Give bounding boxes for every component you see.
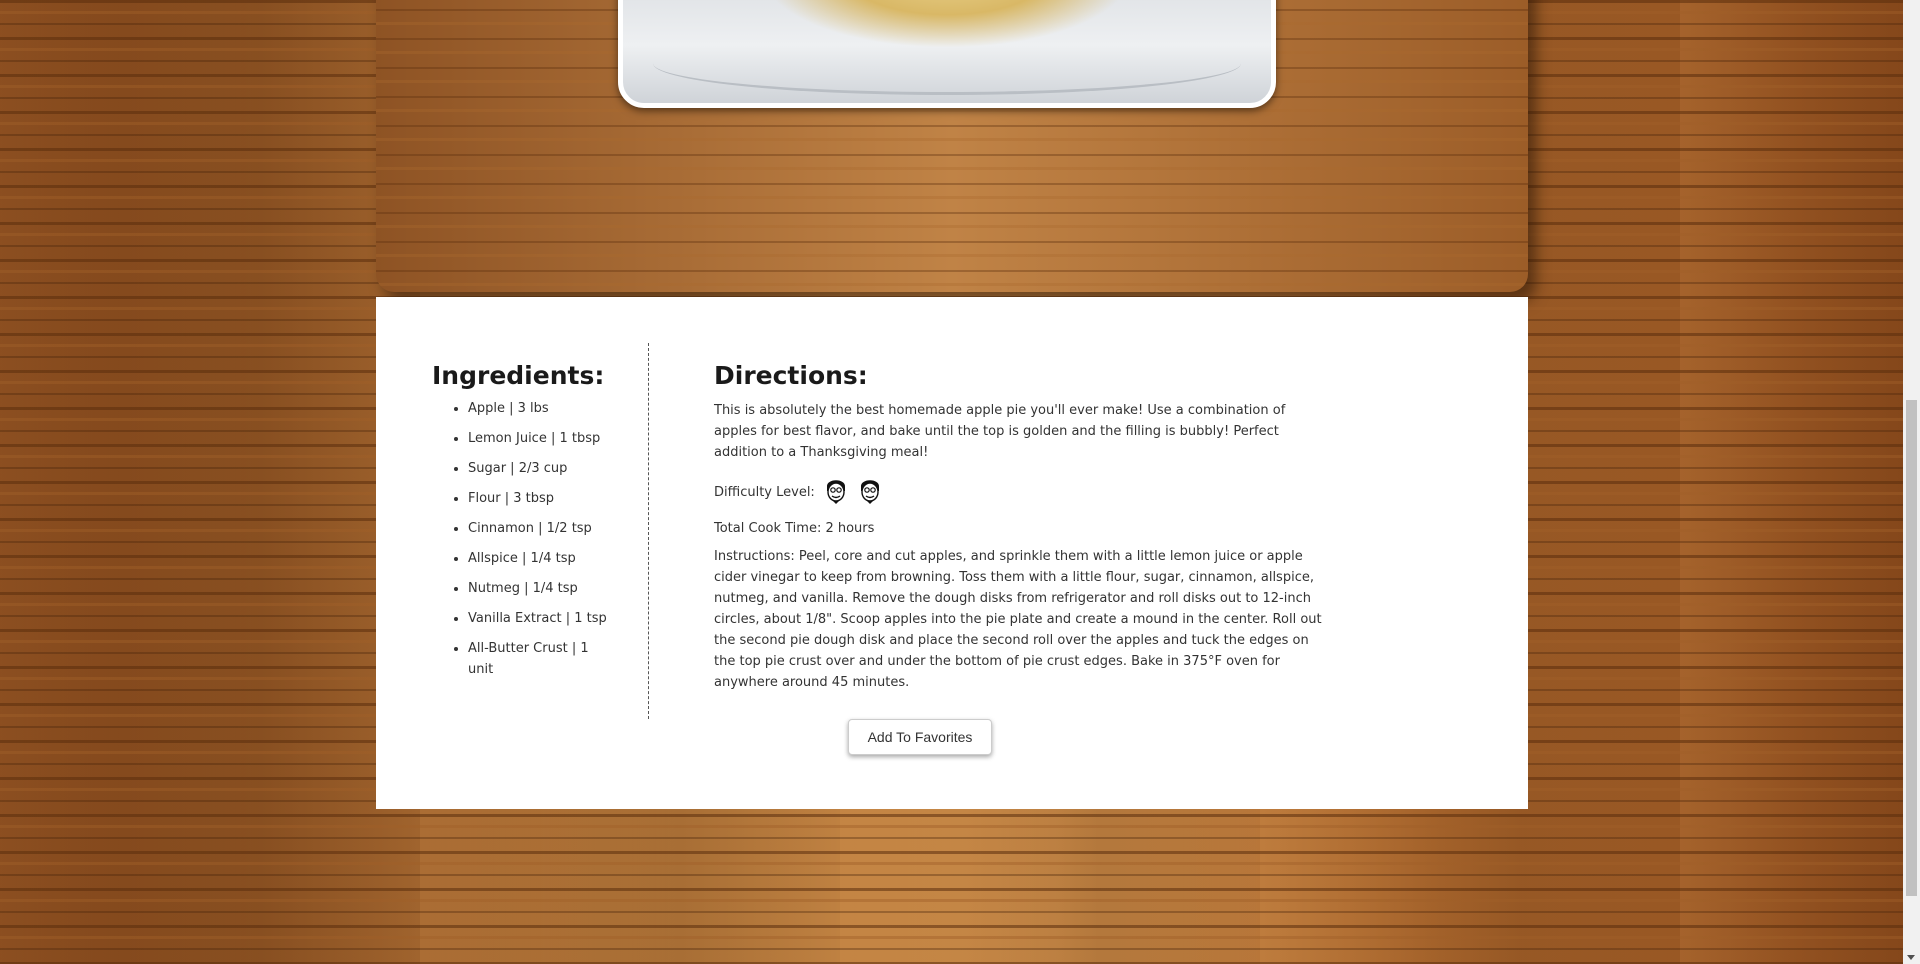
- scrollbar-thumb[interactable]: [1906, 400, 1917, 896]
- ingredient-item: All-Butter Crust | 1 unit: [468, 638, 608, 680]
- plate-rim: [653, 32, 1241, 95]
- difficulty-icons: [815, 475, 883, 509]
- directions-heading: Directions:: [714, 361, 868, 390]
- column-divider: [648, 343, 649, 719]
- difficulty-row: Difficulty Level:: [714, 475, 1326, 509]
- recipe-instructions: Instructions: Peel, core and cut apples,…: [714, 549, 1322, 690]
- ingredient-item: Sugar | 2/3 cup: [468, 458, 608, 479]
- ingredient-item: Vanilla Extract | 1 tsp: [468, 608, 608, 629]
- ingredients-heading: Ingredients:: [432, 361, 605, 390]
- ingredient-list: Apple | 3 lbs Lemon Juice | 1 tbsp Sugar…: [432, 398, 632, 680]
- recipe-description: This is absolutely the best homemade app…: [714, 403, 1286, 460]
- difficulty-label: Difficulty Level:: [714, 484, 815, 500]
- ingredients-section: Ingredients: Apple | 3 lbs Lemon Juice |…: [432, 361, 632, 689]
- chef-face-icon: [823, 475, 849, 505]
- directions-section: Directions: This is absolutely the best …: [714, 361, 1326, 693]
- add-to-favorites-button[interactable]: Add To Favorites: [848, 719, 992, 755]
- ingredient-item: Cinnamon | 1/2 tsp: [468, 518, 608, 539]
- scroll-down-arrow-icon[interactable]: [1907, 955, 1915, 960]
- ingredient-item: Nutmeg | 1/4 tsp: [468, 578, 608, 599]
- page-scrollbar[interactable]: [1903, 0, 1920, 964]
- ingredient-item: Apple | 3 lbs: [468, 398, 608, 419]
- ingredient-item: Lemon Juice | 1 tbsp: [468, 428, 608, 449]
- cook-time: Total Cook Time: 2 hours: [714, 521, 875, 536]
- ingredient-item: Flour | 3 tbsp: [468, 488, 608, 509]
- chef-face-icon: [857, 475, 883, 505]
- ingredient-item: Allspice | 1/4 tsp: [468, 548, 608, 569]
- pie-photo: [618, 0, 1276, 108]
- recipe-card: Ingredients: Apple | 3 lbs Lemon Juice |…: [376, 297, 1528, 809]
